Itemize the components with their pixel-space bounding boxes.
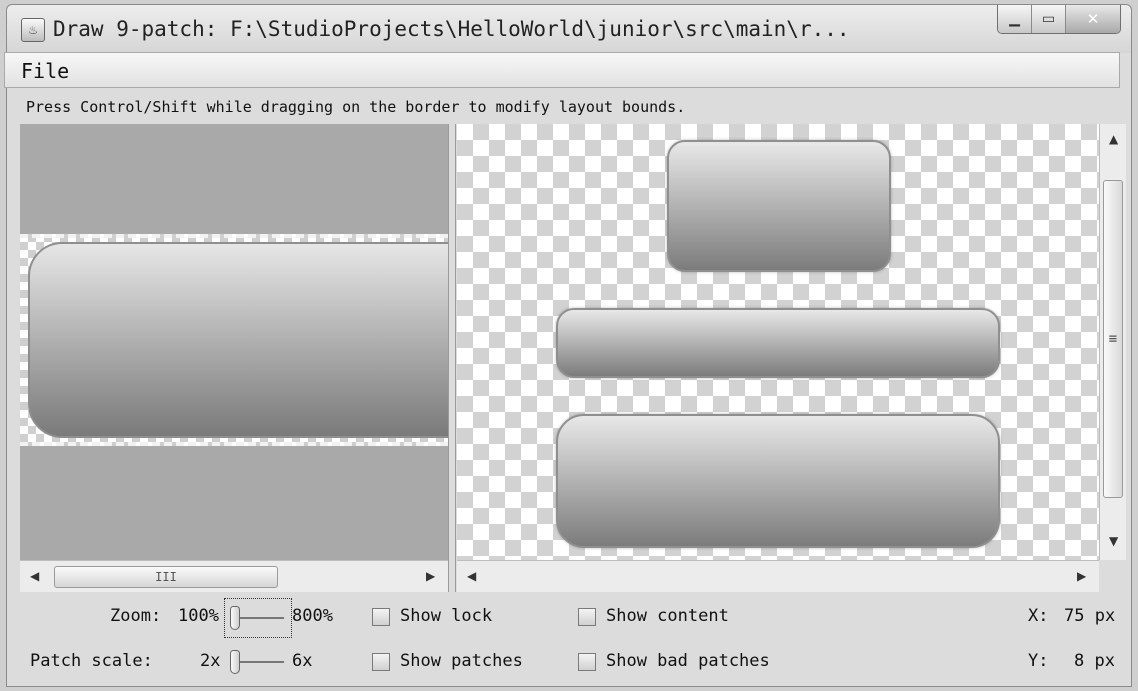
show-content-checkbox[interactable] (578, 608, 596, 626)
layout-bounds-hint: Press Control/Shift while dragging on th… (26, 98, 686, 116)
y-coord-value: 8 px (1074, 651, 1115, 671)
preview-vertical-scrollbar[interactable]: ▲ ≡ ▼ (1099, 124, 1126, 560)
show-lock-checkbox[interactable] (372, 608, 390, 626)
patch-top-guide[interactable] (20, 234, 448, 238)
patch-slider-knob[interactable] (230, 650, 240, 674)
preview-horizontal-scrollbar[interactable]: ◀ ▶ (457, 560, 1099, 592)
minimize-button[interactable]: ▁ (998, 5, 1032, 33)
stretch-preview-canvas (457, 124, 1099, 560)
preview-horizontal-stretch (556, 308, 1000, 378)
grip-icon: ≡ (1108, 331, 1118, 347)
split-pane-divider[interactable] (448, 124, 456, 592)
zoom-slider[interactable] (230, 603, 284, 633)
scroll-down-icon[interactable]: ▼ (1109, 534, 1118, 548)
window-controls: ▁ ▭ ✕ (997, 5, 1121, 34)
show-patches-checkbox[interactable] (372, 653, 390, 671)
show-bad-patches-checkbox[interactable] (578, 653, 596, 671)
preview-vertical-stretch (667, 140, 891, 272)
scroll-left-icon[interactable]: ◀ (30, 569, 39, 583)
scroll-right-icon[interactable]: ▶ (426, 569, 435, 583)
show-patches-label[interactable]: Show patches (400, 651, 523, 671)
show-lock-label[interactable]: Show lock (400, 606, 492, 626)
x-coord-value: 75 px (1064, 606, 1116, 626)
controls-panel: Zoom: 100% 800% Patch scale: 2x 6x Show … (0, 594, 1126, 682)
menu-bar: File (4, 52, 1120, 88)
show-bad-patches-label[interactable]: Show bad patches (606, 651, 770, 671)
close-button[interactable]: ✕ (1066, 5, 1120, 33)
vertical-scroll-thumb[interactable]: ≡ (1103, 180, 1123, 498)
java-cup-icon: ♨ (21, 18, 45, 42)
maximize-icon: ▭ (1041, 11, 1056, 27)
zoom-label: Zoom: (110, 606, 162, 626)
patch-max-label: 6x (292, 651, 313, 671)
x-coord-label: X: (1028, 606, 1049, 626)
scroll-up-icon[interactable]: ▲ (1109, 132, 1118, 146)
scroll-right-icon[interactable]: ▶ (1077, 569, 1086, 583)
title-bar[interactable]: ♨ Draw 9-patch: F:\StudioProjects\HelloW… (7, 5, 1131, 53)
show-content-label[interactable]: Show content (606, 606, 729, 626)
zoom-slider-knob[interactable] (230, 606, 240, 630)
horizontal-scroll-thumb[interactable]: III (54, 566, 278, 588)
patch-scale-label: Patch scale: (30, 651, 153, 671)
patch-scale-slider[interactable] (230, 647, 284, 677)
patch-editor-canvas[interactable] (20, 124, 448, 560)
scroll-left-icon[interactable]: ◀ (467, 569, 476, 583)
patch-bottom-guide[interactable] (20, 442, 448, 446)
nine-patch-image[interactable] (28, 242, 448, 438)
menu-file[interactable]: File (21, 59, 69, 83)
close-icon: ✕ (1086, 10, 1100, 28)
editor-horizontal-scrollbar[interactable]: ◀ III ▶ (20, 560, 448, 592)
maximize-button[interactable]: ▭ (1032, 5, 1066, 33)
preview-both-stretch (556, 414, 1000, 548)
zoom-min-label: 100% (178, 606, 219, 626)
y-coord-label: Y: (1028, 651, 1049, 671)
minimize-icon: ▁ (1009, 11, 1020, 27)
patch-min-label: 2x (200, 651, 221, 671)
zoom-max-label: 800% (292, 606, 333, 626)
window-title: Draw 9-patch: F:\StudioProjects\HelloWor… (53, 17, 850, 41)
